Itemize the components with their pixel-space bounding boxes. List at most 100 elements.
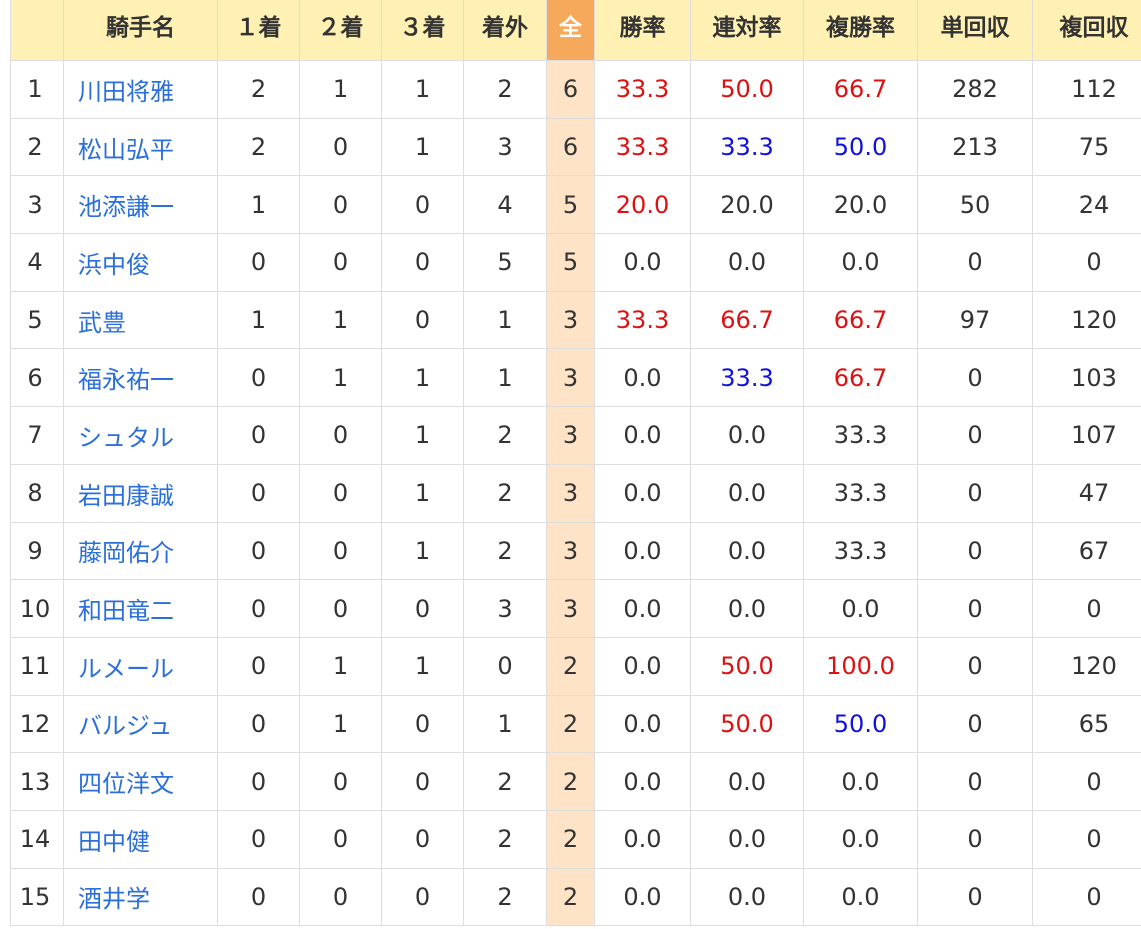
jockey-name-link[interactable]: 酒井学: [63, 867, 218, 927]
third-count-cell: 0: [381, 290, 464, 350]
second-count-cell: 0: [299, 175, 382, 235]
third-count-cell: 0: [381, 175, 464, 235]
quinella-rate-cell: 0.0: [690, 867, 804, 927]
third-count-cell: 1: [381, 521, 464, 581]
quinella-rate-cell: 66.7: [690, 290, 804, 350]
second-count-cell: 0: [299, 867, 382, 927]
win-rate-cell: 0.0: [594, 521, 691, 581]
rank-cell: 9: [10, 521, 64, 581]
place-rate-cell: 100.0: [803, 636, 918, 696]
place-rate-cell: 0.0: [803, 579, 918, 638]
first-count-cell: 0: [217, 636, 300, 696]
win-return-cell: 213: [917, 117, 1033, 177]
first-count-cell: 0: [217, 406, 300, 465]
win-return-cell: 0: [917, 579, 1033, 638]
place-rate-cell: 33.3: [803, 406, 918, 465]
place-rate-cell: 66.7: [803, 60, 918, 119]
win-rate-cell: 0.0: [594, 406, 691, 465]
win-rate-header[interactable]: 勝率: [594, 0, 691, 61]
place-return-cell: 0: [1032, 579, 1141, 638]
third-count-cell: 1: [381, 348, 464, 408]
jockey-name-link[interactable]: 川田将雅: [63, 60, 218, 119]
jockey-name-link[interactable]: 岩田康誠: [63, 463, 218, 523]
win-return-cell: 0: [917, 867, 1033, 927]
second-place-header[interactable]: ２着: [299, 0, 382, 61]
place-return-header[interactable]: 複回収: [1032, 0, 1141, 61]
win-return-header[interactable]: 単回収: [917, 0, 1033, 61]
rank-cell: 1: [10, 60, 64, 119]
jockey-name-link[interactable]: 四位洋文: [63, 752, 218, 811]
total-count-cell: 2: [546, 867, 595, 927]
table-row: 4 浜中俊 0 0 0 5 5 0.0 0.0 0.0 0 0: [10, 233, 1141, 292]
place-return-cell: 24: [1032, 175, 1141, 235]
win-return-cell: 50: [917, 175, 1033, 235]
out-of-place-header[interactable]: 着外: [463, 0, 547, 61]
jockey-name-link[interactable]: 和田竜二: [63, 579, 218, 638]
jockey-name-link[interactable]: ルメール: [63, 636, 218, 696]
total-header[interactable]: 全: [546, 0, 595, 61]
third-count-cell: 1: [381, 117, 464, 177]
second-count-cell: 0: [299, 463, 382, 523]
table-row: 14 田中健 0 0 0 2 2 0.0 0.0 0.0 0 0: [10, 809, 1141, 869]
jockey-name-link[interactable]: 池添謙一: [63, 175, 218, 235]
rank-cell: 14: [10, 809, 64, 869]
place-return-cell: 0: [1032, 752, 1141, 811]
place-return-cell: 120: [1032, 636, 1141, 696]
quinella-rate-header[interactable]: 連対率: [690, 0, 804, 61]
first-count-cell: 0: [217, 233, 300, 292]
jockey-name-link[interactable]: 福永祐一: [63, 348, 218, 408]
rank-cell: 15: [10, 867, 64, 927]
place-rate-cell: 33.3: [803, 521, 918, 581]
jockey-name-link[interactable]: 浜中俊: [63, 233, 218, 292]
quinella-rate-cell: 0.0: [690, 406, 804, 465]
win-rate-cell: 33.3: [594, 117, 691, 177]
win-return-cell: 0: [917, 752, 1033, 811]
third-count-cell: 1: [381, 636, 464, 696]
win-rate-cell: 0.0: [594, 752, 691, 811]
second-count-cell: 0: [299, 406, 382, 465]
second-count-cell: 0: [299, 117, 382, 177]
place-rate-cell: 66.7: [803, 290, 918, 350]
place-rate-cell: 0.0: [803, 752, 918, 811]
quinella-rate-cell: 0.0: [690, 579, 804, 638]
jockey-name-link[interactable]: バルジュ: [63, 694, 218, 754]
place-return-cell: 65: [1032, 694, 1141, 754]
out-count-cell: 1: [463, 290, 547, 350]
header-row: 騎手名 １着 ２着 ３着 着外 全 勝率 連対率 複勝率 単回収 複回収: [10, 0, 1141, 61]
third-count-cell: 0: [381, 233, 464, 292]
first-count-cell: 1: [217, 175, 300, 235]
total-count-cell: 3: [546, 290, 595, 350]
win-rate-cell: 0.0: [594, 579, 691, 638]
second-count-cell: 0: [299, 809, 382, 869]
jockey-name-link[interactable]: 松山弘平: [63, 117, 218, 177]
rank-cell: 13: [10, 752, 64, 811]
table-row: 15 酒井学 0 0 0 2 2 0.0 0.0 0.0 0 0: [10, 867, 1141, 927]
win-rate-cell: 0.0: [594, 463, 691, 523]
place-return-cell: 67: [1032, 521, 1141, 581]
out-count-cell: 3: [463, 117, 547, 177]
win-return-cell: 0: [917, 694, 1033, 754]
first-place-header[interactable]: １着: [217, 0, 300, 61]
jockey-name-link[interactable]: 藤岡佑介: [63, 521, 218, 581]
out-count-cell: 5: [463, 233, 547, 292]
jockey-name-link[interactable]: シュタル: [63, 406, 218, 465]
total-count-cell: 3: [546, 406, 595, 465]
second-count-cell: 0: [299, 579, 382, 638]
first-count-cell: 2: [217, 117, 300, 177]
out-count-cell: 2: [463, 60, 547, 119]
first-count-cell: 1: [217, 290, 300, 350]
jockey-name-link[interactable]: 田中健: [63, 809, 218, 869]
third-place-header[interactable]: ３着: [381, 0, 464, 61]
first-count-cell: 0: [217, 752, 300, 811]
jockey-header[interactable]: 騎手名: [63, 0, 218, 61]
win-rate-cell: 0.0: [594, 233, 691, 292]
place-rate-header[interactable]: 複勝率: [803, 0, 918, 61]
place-rate-cell: 20.0: [803, 175, 918, 235]
win-return-cell: 0: [917, 233, 1033, 292]
rank-cell: 7: [10, 406, 64, 465]
place-return-cell: 0: [1032, 809, 1141, 869]
jockey-name-link[interactable]: 武豊: [63, 290, 218, 350]
second-count-cell: 1: [299, 694, 382, 754]
win-rate-cell: 0.0: [594, 809, 691, 869]
total-count-cell: 5: [546, 233, 595, 292]
